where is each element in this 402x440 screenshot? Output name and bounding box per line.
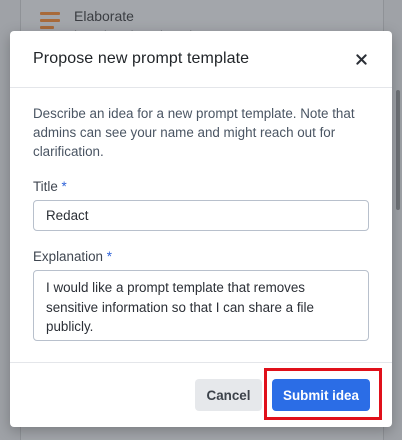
menu-lines-icon [40, 12, 60, 32]
explanation-textarea[interactable]: I would like a prompt template that remo… [33, 270, 369, 341]
submit-idea-button[interactable]: Submit idea [272, 379, 370, 411]
background-list-item: Elaborate Lengthen the selected text [40, 4, 215, 34]
title-label-text: Title [33, 179, 58, 194]
title-input-value: Redact [46, 208, 89, 223]
explanation-label-text: Explanation [33, 249, 103, 264]
explanation-textarea-value: I would like a prompt template that remo… [46, 280, 314, 334]
modal-body: Describe an idea for a new prompt templa… [10, 88, 392, 362]
modal-footer: Cancel Submit idea [10, 362, 392, 427]
title-input[interactable]: Redact [33, 200, 369, 231]
modal-description: Describe an idea for a new prompt templa… [33, 106, 355, 159]
background-item-title: Elaborate [74, 8, 134, 24]
propose-template-modal: Propose new prompt template Describe an … [10, 31, 392, 427]
modal-title: Propose new prompt template [33, 50, 250, 67]
cancel-button[interactable]: Cancel [195, 379, 262, 411]
close-icon [355, 53, 367, 65]
close-button[interactable] [353, 51, 369, 67]
explanation-required-mark: * [106, 249, 112, 264]
modal-header: Propose new prompt template [10, 31, 392, 88]
title-field-label: Title * [33, 179, 369, 194]
background-scrollbar [396, 90, 400, 210]
title-required-mark: * [61, 179, 67, 194]
explanation-field-label: Explanation * [33, 249, 369, 264]
